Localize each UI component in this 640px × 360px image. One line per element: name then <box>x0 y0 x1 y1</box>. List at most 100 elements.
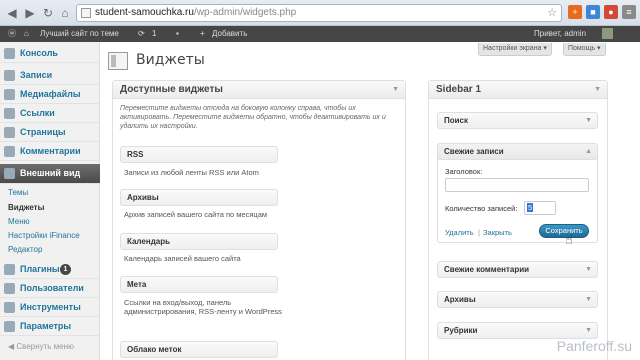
submenu-menus[interactable]: Меню <box>8 217 30 226</box>
menu-item-appearance[interactable]: Внешний вид <box>0 164 100 184</box>
menu-item-comments[interactable]: Комментарии <box>0 142 100 161</box>
browser-toolbar: ◀ ▶ ↻ ⌂ student-samouchka.ru/wp-admin/wi… <box>0 0 640 26</box>
expand-arrow-icon[interactable]: ▼ <box>585 113 592 128</box>
comments-menu-icon <box>4 146 15 157</box>
menu-item-settings[interactable]: Параметры <box>0 317 100 336</box>
url-host: student-samouchka.ru <box>95 7 194 18</box>
menu-item-pages[interactable]: Страницы <box>0 123 100 142</box>
widget-calendar[interactable]: Календарь <box>120 233 278 250</box>
sidebar-widget-categories[interactable]: Рубрики ▼ <box>437 322 598 339</box>
title-label: Заголовок: <box>445 167 483 176</box>
address-bar[interactable]: student-samouchka.ru/wp-admin/widgets.ph… <box>76 4 562 22</box>
close-link[interactable]: Закрыть <box>483 228 512 237</box>
appearance-icon <box>4 168 15 179</box>
wp-logo-icon[interactable]: ⓦ <box>8 26 16 42</box>
menu-label: Инструменты <box>20 302 81 312</box>
widget-rss-desc: Записи из любой ленты RSS или Atom <box>124 168 259 177</box>
site-name-link[interactable]: Лучший сайт по теме <box>40 26 119 42</box>
menu-item-media[interactable]: Медиафайлы <box>0 85 100 104</box>
plugins-badge: 1 <box>60 264 71 275</box>
url-path: /wp-admin/widgets.php <box>193 7 297 18</box>
expand-arrow-icon[interactable]: ▼ <box>585 262 592 277</box>
available-description: Переместите виджеты отсюда на боковую ко… <box>120 105 386 130</box>
sidebar-widget-recent-comments[interactable]: Свежие комментарии ▼ <box>437 261 598 278</box>
bookmark-star-icon[interactable]: ☆ <box>547 5 557 21</box>
page-title: Виджеты <box>136 52 205 68</box>
wrench-icon[interactable]: ≡ <box>622 5 636 19</box>
extension-blue-icon[interactable]: ■ <box>586 5 600 19</box>
users-icon <box>4 283 15 294</box>
link-separator: | <box>478 228 480 237</box>
widgets-page-icon <box>108 52 128 70</box>
widget-label: Свежие комментарии <box>444 265 530 274</box>
updates-icon[interactable]: ⟳ <box>138 26 145 42</box>
sidebar-widget-archives[interactable]: Архивы ▼ <box>437 291 598 308</box>
menu-label: Внешний вид <box>20 168 81 178</box>
collapse-arrow-icon[interactable]: ▲ <box>585 144 592 159</box>
plus-icon[interactable]: + <box>200 26 205 42</box>
comments-icon[interactable]: ▪ <box>176 26 179 42</box>
menu-item-users[interactable]: Пользователи <box>0 279 100 298</box>
count-input[interactable]: 5 <box>524 201 556 215</box>
page-icon <box>81 8 91 18</box>
collapse-label: Свернуть меню <box>16 342 75 351</box>
submenu-themes[interactable]: Темы <box>8 188 28 197</box>
submenu-editor[interactable]: Редактор <box>8 245 42 254</box>
widget-meta-desc: Ссылки на вход/выход, панель администрир… <box>124 298 282 316</box>
add-new-link[interactable]: Добавить <box>212 26 247 42</box>
save-button[interactable]: Сохранить <box>539 224 589 238</box>
expand-arrow-icon[interactable]: ▼ <box>585 292 592 307</box>
widget-rss[interactable]: RSS <box>120 146 278 163</box>
menu-item-plugins[interactable]: Плагины 1 <box>0 260 100 279</box>
widget-calendar-desc: Календарь записей вашего сайта <box>124 254 241 263</box>
expand-arrow-icon[interactable]: ▼ <box>585 323 592 338</box>
submenu-widgets[interactable]: Виджеты <box>8 203 44 212</box>
available-widgets-header[interactable]: Доступные виджеты ▼ <box>113 81 405 99</box>
avatar[interactable] <box>602 28 613 39</box>
menu-label: Консоль <box>20 48 58 58</box>
screen-options-button[interactable]: Настройки экрана ▾ <box>478 43 552 56</box>
title-input[interactable] <box>445 178 589 192</box>
extension-plus-icon[interactable]: + <box>568 5 582 19</box>
toggle-arrow-icon[interactable]: ▼ <box>392 81 399 99</box>
menu-item-posts[interactable]: Записи <box>0 66 100 85</box>
menu-label: Медиафайлы <box>20 89 81 99</box>
widget-tag-cloud[interactable]: Облако меток <box>120 341 278 358</box>
screen-options-label: Настройки экрана <box>483 45 542 52</box>
sidebar-widget-search[interactable]: Поиск ▼ <box>437 112 598 129</box>
sidebar-widget-recent-posts[interactable]: Свежие записи ▲ <box>437 143 598 160</box>
menu-item-dashboard[interactable]: Консоль <box>0 44 100 63</box>
menu-label: Комментарии <box>20 146 81 156</box>
pages-icon <box>4 127 15 138</box>
count-label: Количество записей: <box>445 204 518 213</box>
collapse-menu[interactable]: ◀ Свернуть меню <box>8 342 74 351</box>
help-button[interactable]: Помощь ▾ <box>563 43 606 56</box>
menu-label: Пользователи <box>20 283 84 293</box>
extension-red-icon[interactable]: ● <box>604 5 618 19</box>
menu-item-links[interactable]: Ссылки <box>0 104 100 123</box>
widget-label: Архивы <box>444 295 476 304</box>
hand-cursor-icon: ☝ <box>565 232 573 247</box>
settings-icon <box>4 321 15 332</box>
reload-icon[interactable]: ↻ <box>40 5 56 21</box>
toggle-arrow-icon[interactable]: ▼ <box>594 81 601 99</box>
menu-label: Записи <box>20 70 53 80</box>
help-label: Помощь <box>568 45 596 52</box>
widget-meta[interactable]: Мета <box>120 276 278 293</box>
watermark: Panferoff.su <box>556 338 632 354</box>
widget-label: Свежие записи <box>444 147 504 156</box>
menu-item-tools[interactable]: Инструменты <box>0 298 100 317</box>
forward-icon[interactable]: ▶ <box>22 5 38 21</box>
home-icon[interactable]: ⌂ <box>57 5 73 21</box>
sidebar1-header[interactable]: Sidebar 1 ▼ <box>429 81 607 99</box>
widget-archives-desc: Архив записей вашего сайта по месяцам <box>124 210 268 219</box>
back-icon[interactable]: ◀ <box>4 5 20 21</box>
home-site-icon[interactable]: ⌂ <box>24 26 29 42</box>
widget-label: Рубрики <box>444 326 478 335</box>
delete-link[interactable]: Удалить <box>445 228 474 237</box>
greeting[interactable]: Привет, admin <box>534 26 586 42</box>
updates-count[interactable]: 1 <box>152 26 156 42</box>
widget-archives[interactable]: Архивы <box>120 189 278 206</box>
count-value: 5 <box>527 203 534 212</box>
submenu-ifinance[interactable]: Настройки iFinance <box>8 231 80 240</box>
